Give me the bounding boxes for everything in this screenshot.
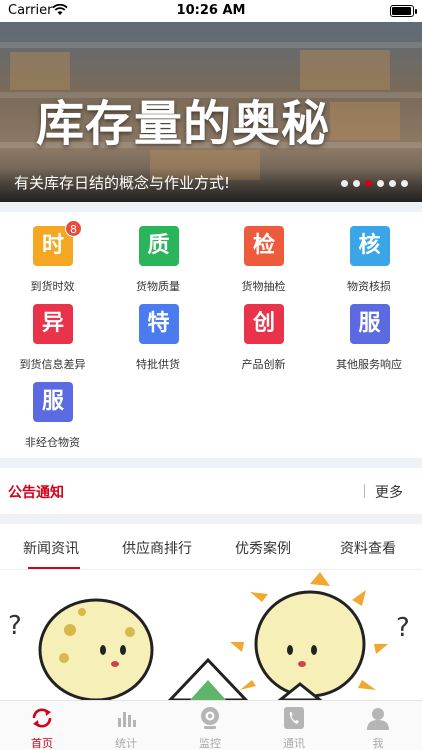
service-label: 到货信息差异 <box>19 358 86 371</box>
divider <box>0 458 422 468</box>
tab-monitor[interactable]: 监控 <box>168 701 252 750</box>
carousel-dot[interactable] <box>365 180 372 187</box>
carousel-dot[interactable] <box>377 180 384 187</box>
phone-icon <box>284 707 304 729</box>
service-grid-item[interactable]: 服非经仓物资 <box>0 378 105 454</box>
banner-caption: 有关库存日结的概念与作业方式! <box>14 174 231 192</box>
carousel-dot[interactable] <box>353 180 360 187</box>
refresh-icon <box>32 708 52 728</box>
service-label: 特批供货 <box>136 358 180 371</box>
carousel-dot[interactable] <box>341 180 348 187</box>
battery-icon <box>390 5 414 17</box>
service-grid-item[interactable]: 特特批供货 <box>106 300 211 376</box>
tab-me[interactable]: 我 <box>336 701 420 750</box>
announcement-title: 公告通知 <box>8 485 64 501</box>
service-tile-icon: 服 <box>349 304 390 344</box>
content-tabs: 新闻资讯 供应商排行 优秀案例 资料查看 <box>0 526 422 570</box>
user-icon <box>367 708 389 730</box>
camera-icon <box>201 707 219 729</box>
service-label: 其他服务响应 <box>336 358 402 371</box>
carousel-dot[interactable] <box>389 180 396 187</box>
more-link[interactable]: 更多 <box>375 482 403 502</box>
service-tile-icon: 质 <box>138 226 179 266</box>
tab-supplier-ranking[interactable]: 供应商排行 <box>122 538 192 558</box>
tab-contacts[interactable]: 通讯 <box>252 701 336 750</box>
service-grid-item[interactable]: 创产品创新 <box>211 300 316 376</box>
service-tile-icon: 异 <box>33 304 73 344</box>
service-grid-item[interactable]: 核物资核损 <box>317 222 422 298</box>
divider <box>0 514 422 524</box>
bar-chart-icon <box>118 712 136 727</box>
service-label: 货物抽检 <box>241 280 286 293</box>
banner-headline: 库存量的奥秘 <box>36 96 331 152</box>
active-tab-indicator <box>28 567 80 569</box>
service-grid-item[interactable]: 异到货信息差异 <box>0 300 105 376</box>
clock: 10:26 AM <box>176 3 246 18</box>
service-tile-icon: 服 <box>33 382 73 422</box>
tab-documents[interactable]: 资料查看 <box>340 538 396 558</box>
tab-stats[interactable]: 统计 <box>84 701 168 750</box>
svg-text:?: ? <box>8 611 22 641</box>
service-tile-icon: 核 <box>349 226 390 266</box>
service-label: 物资核损 <box>347 280 391 293</box>
carousel-dot[interactable] <box>401 180 408 187</box>
announcement-bar: 公告通知 更多 <box>0 470 422 512</box>
service-tile-icon: 创 <box>244 304 284 344</box>
service-label: 非经仓物资 <box>25 436 80 449</box>
carousel-indicator[interactable] <box>341 180 408 187</box>
news-illustration[interactable]: ? ? <box>0 572 422 700</box>
service-label: 产品创新 <box>241 358 286 371</box>
service-label: 货物质量 <box>136 280 180 293</box>
divider <box>0 202 422 212</box>
service-tile-icon: 检 <box>244 226 284 266</box>
service-grid-item[interactable]: 质货物质量 <box>106 222 211 298</box>
promo-banner[interactable]: 库存量的奥秘 有关库存日结的概念与作业方式! <box>0 22 422 202</box>
bottom-tab-bar: 首页 统计 监控 通讯 我 <box>0 700 422 750</box>
tab-cases[interactable]: 优秀案例 <box>235 538 291 558</box>
svg-text:?: ? <box>396 613 410 643</box>
service-label: 到货时效 <box>30 280 75 293</box>
service-grid-item[interactable]: 检货物抽检 <box>211 222 316 298</box>
tab-news[interactable]: 新闻资讯 <box>23 538 79 558</box>
service-grid-item[interactable]: 服其他服务响应 <box>317 300 422 376</box>
cartoon-image: ? ? <box>8 572 410 700</box>
service-tile-icon: 特 <box>138 304 179 344</box>
tab-home[interactable]: 首页 <box>0 701 84 750</box>
status-bar: Carrier 10:26 AM <box>0 0 422 22</box>
service-grid-item[interactable]: 时 8 到货时效 <box>0 220 105 298</box>
notification-badge: 8 <box>65 220 82 237</box>
